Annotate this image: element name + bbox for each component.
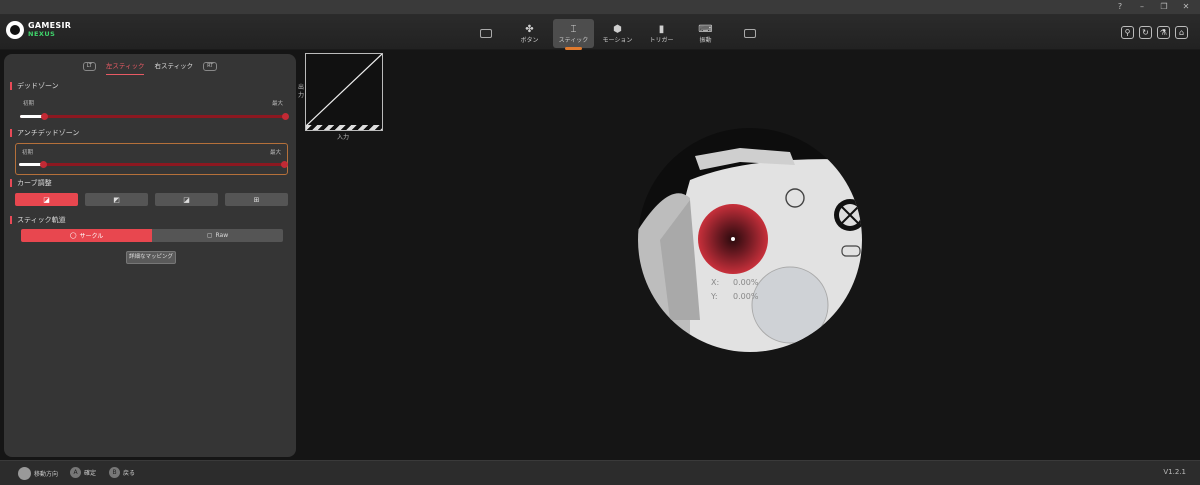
deadzone-start-handle[interactable] (40, 113, 48, 120)
anti-deadzone-track[interactable] (19, 161, 288, 168)
brand-name: GAMESIR (28, 21, 72, 30)
close-button[interactable]: ✕ (1180, 2, 1192, 12)
trajectory-title: スティック軌道 (10, 216, 66, 224)
controller-alt-icon (743, 29, 756, 38)
help-icon[interactable]: ? (1114, 2, 1126, 12)
brand-sub: NEXUS (28, 30, 56, 38)
square-icon: ▢ (206, 232, 213, 239)
trajectory-toggle: ◯ サークル ▢ Raw (21, 229, 283, 242)
tab-stick-label: スティック (558, 36, 589, 44)
graph-deadzone-stripe (306, 125, 382, 130)
curve-title: カーブ調整 (10, 179, 52, 187)
hint-move-label: 移動方向 (34, 471, 59, 478)
motion-icon: ⬢ (613, 23, 622, 35)
anti-deadzone-slider[interactable]: 初期 最大 (15, 143, 288, 175)
tab-stick[interactable]: ⌶ スティック (553, 19, 594, 50)
trajectory-raw-button[interactable]: ▢ Raw (152, 229, 283, 242)
tab-vibration-label: 振動 (699, 36, 712, 44)
hint-move: 移動方向 (18, 467, 58, 480)
settings-panel: LT 左スティック 右スティック RT デッドゾーン 初期 最大 アンチデッドゾ… (4, 54, 296, 457)
anti-deadzone-title: アンチデッドゾーン (10, 129, 79, 137)
y-readout-label: Y: (711, 292, 718, 301)
anti-deadzone-min-label: 初期 (22, 150, 34, 156)
gamesir-logo-icon (6, 21, 24, 39)
tab-left-stick[interactable]: 左スティック (105, 60, 144, 75)
tab-motion[interactable]: ⬢ モーション (597, 19, 638, 48)
circle-icon: ◯ (69, 232, 77, 239)
app-logo: GAMESIR NEXUS (6, 21, 71, 39)
tab-controller-alt[interactable] (729, 19, 770, 48)
tab-motion-label: モーション (602, 36, 633, 44)
curve-4-icon: ⊞ (253, 195, 260, 204)
tab-vibration[interactable]: ⌨ 振動 (685, 19, 726, 48)
deadzone-slider[interactable]: 初期 最大 (16, 95, 289, 129)
curve-4-button[interactable]: ⊞ (225, 193, 288, 206)
deadzone-min-label: 初期 (23, 101, 35, 107)
deadzone-title: デッドゾーン (10, 82, 59, 90)
trigger-icon: ▮ (658, 23, 665, 35)
tab-trigger-label: トリガー (649, 36, 674, 44)
a-button-icon: A (70, 467, 81, 478)
controller-icon (479, 29, 492, 38)
refresh-icon[interactable]: ↻ (1139, 26, 1152, 39)
trajectory-raw-label: Raw (215, 232, 229, 239)
tab-buttons-label: ボタン (520, 36, 539, 44)
anti-deadzone-max-label: 最大 (269, 150, 281, 156)
hint-confirm: A 確定 (70, 467, 96, 478)
deadzone-end-handle[interactable] (282, 113, 289, 120)
graph-x-label: 入力 (337, 134, 350, 141)
trajectory-circle-label: サークル (79, 233, 104, 240)
b-button-icon: B (109, 467, 120, 478)
buttons-icon: ✤ (525, 23, 534, 35)
curve-3-button[interactable]: ◪ (155, 193, 218, 206)
rt-chip[interactable]: RT (203, 61, 218, 71)
graph-y-label: 出力 (298, 84, 305, 99)
home-icon[interactable]: ⌂ (1175, 26, 1188, 39)
hint-back: B 戻る (109, 467, 135, 478)
minimize-button[interactable]: – (1136, 2, 1148, 12)
window-controls: ? – ❐ ✕ (1114, 2, 1192, 12)
bottom-bar: 移動方向 A 確定 B 戻る V1.2.1 (0, 460, 1200, 485)
tab-buttons[interactable]: ✤ ボタン (509, 19, 550, 48)
hint-back-label: 戻る (123, 470, 136, 477)
stick-hint-icon (18, 467, 31, 480)
anti-deadzone-end-handle[interactable] (281, 161, 288, 168)
hint-confirm-label: 確定 (84, 470, 97, 477)
tab-right-stick[interactable]: 右スティック (154, 60, 193, 72)
y-readout-value: 0.00% (733, 292, 759, 301)
trajectory-circle-button[interactable]: ◯ サークル (21, 229, 152, 242)
detailed-mapping-button[interactable]: 詳細なマッピング (126, 251, 176, 264)
stick-selector: LT 左スティック 右スティック RT (4, 60, 296, 75)
curve-3-icon: ◪ (183, 195, 190, 204)
x-readout-label: X: (711, 278, 720, 287)
stick-icon: ⌶ (570, 23, 577, 35)
deadzone-track[interactable] (20, 113, 289, 120)
lt-chip[interactable]: LT (82, 61, 96, 71)
curve-2-icon: ◩ (113, 195, 120, 204)
header-actions: ⚲ ↻ ⚗ ⌂ (1121, 26, 1188, 39)
anti-deadzone-start-handle[interactable] (39, 161, 47, 168)
app-version: V1.2.1 (1163, 468, 1186, 476)
nav-tabs: ✤ ボタン ⌶ スティック ⬢ モーション ▮ トリガー ⌨ 振動 (465, 19, 770, 50)
linear-curve-icon: ◪ (43, 195, 50, 204)
curve-linear-button[interactable]: ◪ (15, 193, 78, 206)
stick-position-dot (731, 237, 735, 241)
title-bar: ? – ❐ ✕ (0, 0, 1200, 14)
tab-trigger[interactable]: ▮ トリガー (641, 19, 682, 48)
curve-options: ◪ ◩ ◪ ⊞ (15, 193, 288, 206)
deadzone-max-label: 最大 (271, 101, 283, 107)
vibration-icon: ⌨ (698, 23, 713, 35)
x-readout-value: 0.00% (733, 278, 759, 287)
top-bar: GAMESIR NEXUS ✤ ボタン ⌶ スティック ⬢ モーション ▮ トリ… (0, 14, 1200, 50)
response-curve (305, 53, 383, 127)
controller-preview (638, 128, 862, 352)
maximize-button[interactable]: ❐ (1158, 2, 1170, 12)
person-icon[interactable]: ⚲ (1121, 26, 1134, 39)
response-curve-graph (305, 53, 383, 131)
tab-controller[interactable] (465, 19, 506, 48)
curve-2-button[interactable]: ◩ (85, 193, 148, 206)
flask-icon[interactable]: ⚗ (1157, 26, 1170, 39)
